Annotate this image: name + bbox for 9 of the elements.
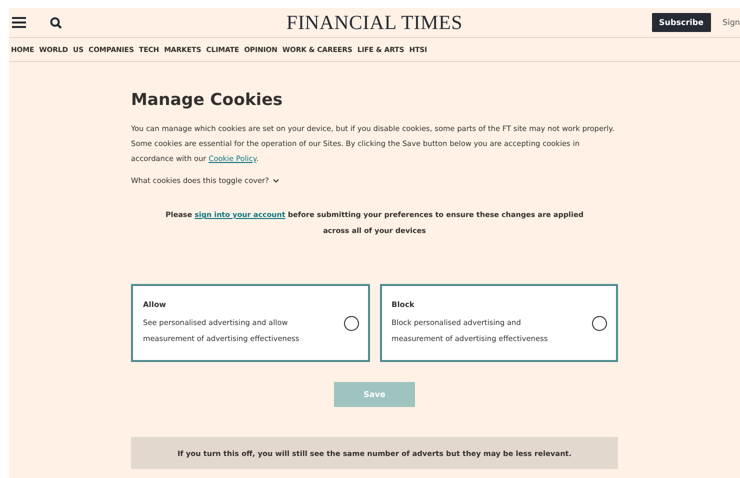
menu-icon[interactable]: [12, 17, 26, 28]
radio-button[interactable]: [344, 316, 358, 330]
subscribe-button[interactable]: Subscribe: [652, 13, 711, 32]
search-icon[interactable]: [50, 16, 62, 28]
page-title: Manage Cookies: [131, 90, 284, 109]
sign-in-link[interactable]: Sign: [722, 18, 740, 27]
site-logo[interactable]: FINANCIAL TIMES: [286, 12, 463, 35]
chevron-icon: [272, 178, 279, 182]
radio-button[interactable]: [592, 316, 607, 330]
